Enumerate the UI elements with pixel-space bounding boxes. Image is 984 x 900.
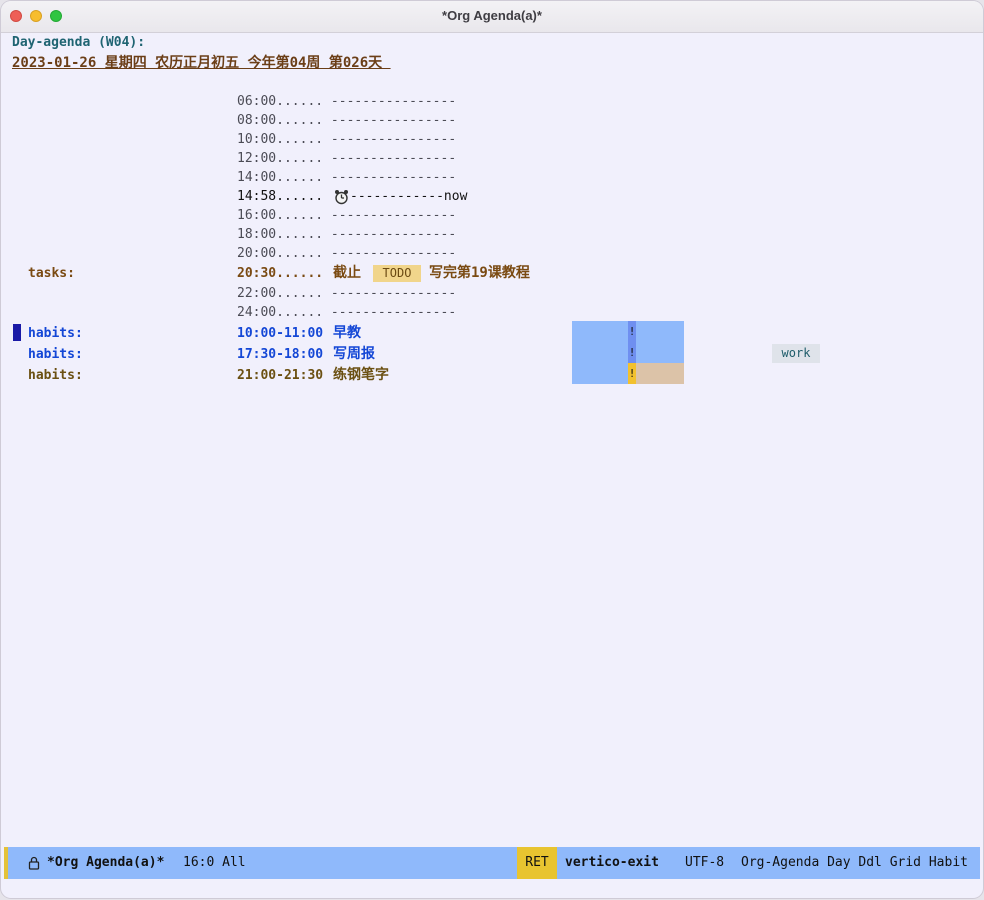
mode-line-indicator (4, 847, 8, 879)
grid-line-0600: 06:00...... ---------------- (237, 94, 457, 109)
grid-line-1000: 10:00...... ---------------- (237, 132, 457, 147)
habit-title[interactable]: 写周报 (333, 346, 375, 362)
emacs-window: *Org Agenda(a)* Day-agenda (W04): 2023-0… (1, 1, 983, 898)
task-time: 20:30...... (237, 266, 324, 281)
grid-line-2200: 22:00...... ---------------- (237, 286, 457, 301)
cursor-position: 16:0 All (183, 855, 246, 870)
habit-graph-today: ! (628, 342, 636, 363)
window-title: *Org Agenda(a)* (442, 8, 542, 23)
habit-graph-row (572, 363, 628, 384)
task-prefix[interactable]: 截止 (333, 265, 361, 281)
tag-work[interactable]: work (772, 344, 820, 363)
text-cursor (13, 324, 21, 341)
habit-title[interactable]: 练钢笔字 (333, 367, 389, 383)
grid-line-2400: 24:00...... ---------------- (237, 305, 457, 320)
habit-category: habits: (28, 368, 83, 383)
todo-keyword[interactable]: TODO (373, 265, 421, 282)
buffer-name[interactable]: *Org Agenda(a)* (47, 855, 164, 871)
key-hint: RET (517, 847, 557, 879)
grid-line-0800: 08:00...... ---------------- (237, 113, 457, 128)
task-category: tasks: (28, 266, 75, 281)
grid-line-1200: 12:00...... ---------------- (237, 151, 457, 166)
title-bar: *Org Agenda(a)* (1, 1, 983, 33)
habit-category: habits: (28, 326, 83, 341)
encoding[interactable]: UTF-8 (685, 855, 724, 871)
habit-graph-today: ! (628, 363, 636, 384)
now-marker: ------------now (350, 189, 468, 204)
grid-line-1600: 16:00...... ---------------- (237, 208, 457, 223)
task-title[interactable]: 写完第19课教程 (429, 265, 530, 281)
grid-line-1400: 14:00...... ---------------- (237, 170, 457, 185)
alarm-clock-icon (335, 190, 348, 205)
habit-time: 10:00-11:00 (237, 326, 324, 341)
grid-line-1800: 18:00...... ---------------- (237, 227, 457, 242)
habit-graph-future (636, 363, 684, 384)
mode-line: *Org Agenda(a)* 16:0 All RET vertico-exi… (4, 847, 980, 879)
agenda-date-line: 2023-01-26 星期四 农历正月初五 今年第04周 第026天 (12, 55, 391, 71)
habit-category: habits: (28, 347, 83, 362)
major-modes[interactable]: Org-Agenda Day Ddl Grid Habit (741, 855, 968, 871)
habit-graph-today: ! (628, 321, 636, 342)
habit-time: 17:30-18:00 (237, 347, 324, 362)
habit-time: 21:00-21:30 (237, 368, 324, 383)
agenda-header: Day-agenda (W04): (12, 35, 146, 50)
command-name: vertico-exit (565, 855, 659, 870)
lock-icon (28, 856, 40, 870)
now-time: 14:58...... (237, 189, 324, 204)
habit-title[interactable]: 早教 (333, 325, 361, 341)
grid-line-2000: 20:00...... ---------------- (237, 246, 457, 261)
